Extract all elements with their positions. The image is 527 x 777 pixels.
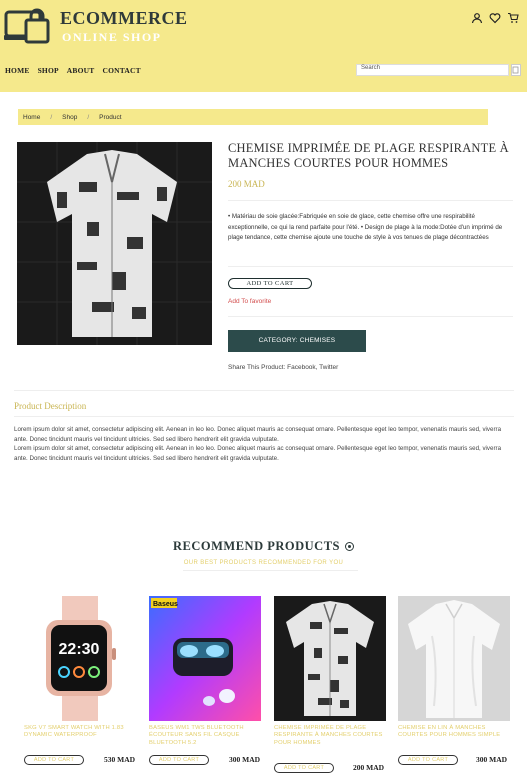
product-card-price: 200 MAD: [353, 763, 385, 772]
brand-logo[interactable]: ECOMMERCE ONLINE SHOP: [4, 6, 194, 50]
divider: [14, 416, 514, 417]
product-card-name[interactable]: CHEMISE EN LIN À MANCHES COURTES POUR HO…: [398, 725, 510, 740]
product-card-image[interactable]: [274, 596, 386, 721]
add-to-favorite-link[interactable]: Add To favorite: [228, 298, 271, 305]
search-input[interactable]: Search: [356, 64, 509, 76]
brand-tag: Baseus: [153, 601, 178, 608]
breadcrumb: Home / Shop / Product: [18, 109, 488, 125]
breadcrumb-shop[interactable]: Shop: [62, 114, 77, 121]
printed-shirt-image: [17, 142, 212, 345]
product-card-name[interactable]: CHEMISE IMPRIMÉE DE PLAGE RESPIRANTE À M…: [274, 725, 386, 747]
product-price: 200 MAD: [228, 179, 265, 189]
divider: [228, 266, 513, 267]
divider: [228, 316, 513, 317]
description-paragraph: Lorem ipsum dolor sit amet, consectetur …: [14, 445, 502, 462]
breadcrumb-product: Product: [99, 113, 122, 121]
product-card-name[interactable]: BASEUS WM1 TWS BLUETOOTH ÉCOUTEUR SANS F…: [149, 725, 261, 747]
nav-links: HOME SHOP ABOUT CONTACT: [5, 66, 141, 75]
share-links[interactable]: Share This Product: Facebook, Twitter: [228, 364, 338, 371]
main-nav: HOME SHOP ABOUT CONTACT Search: [0, 58, 527, 92]
add-to-cart-button[interactable]: ADD TO CART: [228, 278, 312, 289]
cart-icon[interactable]: [507, 12, 519, 24]
product-card[interactable]: 22:30 SKG V7 SMART WATCH WITH 1.83 DYNAM…: [24, 596, 139, 766]
heart-icon[interactable]: [489, 12, 501, 24]
product-card[interactable]: CHEMISE EN LIN À MANCHES COURTES POUR HO…: [398, 596, 513, 766]
description-paragraph: Lorem ipsum dolor sit amet, consectetur …: [14, 426, 502, 443]
add-to-cart-button[interactable]: ADD TO CART: [149, 755, 209, 765]
product-card[interactable]: CHEMISE IMPRIMÉE DE PLAGE RESPIRANTE À M…: [274, 596, 389, 773]
nav-home[interactable]: HOME: [5, 66, 30, 75]
header-bar: ECOMMERCE ONLINE SHOP: [0, 0, 527, 58]
product-card-price: 300 MAD: [229, 755, 261, 764]
printed-shirt-image: [274, 596, 386, 721]
add-to-cart-button[interactable]: ADD TO CART: [274, 763, 334, 773]
product-image[interactable]: [17, 142, 212, 345]
divider: [183, 570, 358, 571]
brand-subtitle: ONLINE SHOP: [62, 30, 162, 44]
breadcrumb-separator: /: [87, 113, 90, 121]
search-icon: [512, 66, 519, 74]
category-badge[interactable]: CATEGORY: CHEMISES: [228, 330, 366, 352]
product-card-price: 530 MAD: [104, 755, 136, 764]
add-to-cart-button[interactable]: ADD TO CART: [398, 755, 458, 765]
breadcrumb-separator: /: [50, 113, 53, 121]
svg-text:22:30: 22:30: [59, 641, 100, 658]
product-card[interactable]: Baseus BASEUS WM1 TWS BLUETOOTH ÉCOUTEUR…: [149, 596, 264, 766]
product-title: CHEMISE IMPRIMÉE DE PLAGE RESPIRANTE À M…: [228, 141, 509, 170]
divider: [14, 390, 514, 391]
earbuds-image: Baseus: [149, 596, 261, 721]
product-card-image[interactable]: [398, 596, 510, 721]
linen-shirt-image: [398, 596, 510, 721]
divider: [228, 200, 513, 201]
product-card-price: 300 MAD: [476, 755, 508, 764]
recommend-title: RECOMMEND PRODUCTS: [173, 539, 340, 553]
recommend-heading: RECOMMEND PRODUCTS: [0, 539, 527, 554]
product-card-image[interactable]: Baseus: [149, 596, 261, 721]
search-button[interactable]: [511, 64, 521, 76]
header-actions: [471, 12, 519, 24]
user-icon[interactable]: [471, 12, 483, 24]
recommend-subtitle: OUR BEST PRODUCTS RECOMMENDED FOR YOU: [183, 560, 344, 566]
smartwatch-image: 22:30: [24, 596, 136, 721]
laptop-bag-icon: [4, 8, 50, 44]
nav-contact[interactable]: CONTACT: [102, 66, 140, 75]
product-card-image[interactable]: 22:30: [24, 596, 136, 721]
brand-title: ECOMMERCE: [60, 8, 188, 28]
description-heading: Product Description: [14, 401, 87, 411]
nav-shop[interactable]: SHOP: [38, 66, 59, 75]
target-icon: [344, 541, 354, 551]
product-card-name[interactable]: SKG V7 SMART WATCH WITH 1.83 DYNAMIC WAT…: [24, 725, 136, 740]
nav-about[interactable]: ABOUT: [67, 66, 95, 75]
description-body: Lorem ipsum dolor sit amet, consectetur …: [14, 425, 514, 463]
product-short-description: • Matériau de soie glacée:Fabriquée en s…: [228, 213, 503, 241]
add-to-cart-button[interactable]: ADD TO CART: [24, 755, 84, 765]
breadcrumb-home[interactable]: Home: [23, 114, 40, 121]
